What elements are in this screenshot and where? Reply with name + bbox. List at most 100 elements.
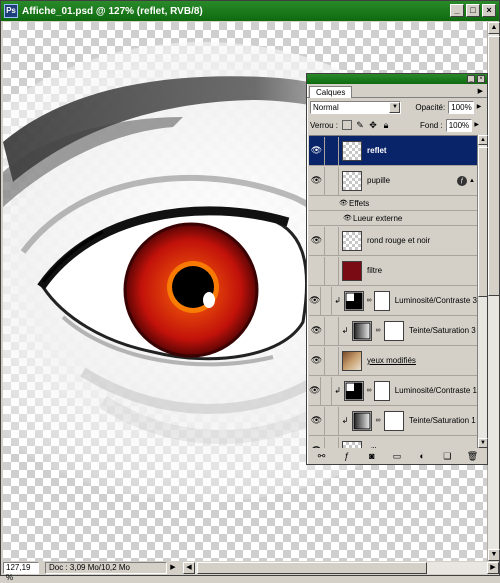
blend-mode-select[interactable]: Normal ▼ xyxy=(310,100,402,114)
vertical-scroll-thumb[interactable] xyxy=(488,36,500,296)
document-titlebar[interactable]: Ps Affiche_01.psd @ 127% (reflet, RVB/8)… xyxy=(1,1,499,21)
lock-transparency-icon[interactable] xyxy=(342,120,353,130)
layer-row-filtre[interactable]: filtre xyxy=(309,256,477,286)
palette-minimize-icon[interactable]: _ xyxy=(467,75,475,83)
hue-saturation-icon xyxy=(352,410,372,431)
eye-icon[interactable]: 👁︎ xyxy=(309,166,325,195)
layer-mask-thumbnail[interactable] xyxy=(384,410,404,431)
eye-icon[interactable]: 👁︎ xyxy=(309,286,322,315)
lock-move-icon[interactable]: ✥ xyxy=(368,120,378,130)
close-button[interactable]: × xyxy=(482,4,496,17)
blend-mode-value: Normal xyxy=(313,102,339,112)
layer-name: rond rouge et noir xyxy=(367,236,431,245)
layers-palette-titlebar[interactable]: _ × xyxy=(307,74,487,84)
layer-name: filtre xyxy=(367,266,383,275)
layer-row-ville[interactable]: 👁︎ ville xyxy=(309,436,477,448)
effects-icon[interactable]: ƒ xyxy=(457,175,467,186)
layer-row-luminosite-contraste-1[interactable]: 👁︎ ↲ ∞ Luminosité/Contraste 1 xyxy=(309,376,477,406)
layers-footer-toolbar: ⚯ ƒ ◙ ▭ ◐ ❏ 🗑︎ xyxy=(309,450,485,462)
fill-arrow-icon[interactable]: ▶ xyxy=(472,119,482,132)
lock-all-icon[interactable]: 🔒︎ xyxy=(381,120,391,130)
horizontal-scrollbar[interactable]: ◀ ▶ xyxy=(183,562,499,574)
horizontal-scroll-thumb[interactable] xyxy=(197,562,427,574)
lock-row: Verrou : ✎ ✥ 🔒︎ Fond : 100% ▶ xyxy=(307,116,487,134)
layer-row-pupille[interactable]: 👁︎ pupille ƒ ▲ xyxy=(309,166,477,196)
tab-calques[interactable]: Calques xyxy=(309,86,353,98)
eye-icon[interactable]: 👁︎ xyxy=(309,436,325,448)
add-layer-style-icon[interactable]: ƒ xyxy=(340,451,354,461)
lock-paint-icon[interactable]: ✎ xyxy=(355,120,365,130)
layer-row-teinte-saturation-3[interactable]: 👁︎ ↲ ∞ Teinte/Saturation 3 xyxy=(309,316,477,346)
link-icon[interactable]: ∞ xyxy=(374,417,382,424)
layer-thumbnail xyxy=(342,440,362,448)
layers-palette: _ × Calques ▶ Normal ▼ Opacité: 100% ▶ V… xyxy=(306,73,488,465)
layer-mask-thumbnail[interactable] xyxy=(384,320,404,341)
layer-row-rond-rouge-et-noir[interactable]: 👁︎ rond rouge et noir xyxy=(309,226,477,256)
fill-input[interactable]: 100% xyxy=(445,118,472,132)
minimize-button[interactable]: _ xyxy=(450,4,464,17)
document-title: Affiche_01.psd @ 127% (reflet, RVB/8) xyxy=(22,5,203,17)
vertical-scrollbar[interactable]: ▲ ▼ xyxy=(487,22,500,561)
link-icon[interactable]: ∞ xyxy=(374,327,382,334)
scroll-up-icon[interactable]: ▲ xyxy=(488,22,500,34)
opacity-arrow-icon[interactable]: ▶ xyxy=(474,101,484,114)
layer-row-luminosite-contraste-3[interactable]: 👁︎ ↲ ∞ Luminosité/Contraste 3 xyxy=(309,286,477,316)
clipping-arrow-icon: ↲ xyxy=(334,296,341,305)
layer-name: Teinte/Saturation 3 xyxy=(409,326,476,335)
eye-hidden-icon[interactable] xyxy=(309,256,325,285)
layer-thumbnail xyxy=(342,350,362,371)
expand-effects-icon[interactable]: ▲ xyxy=(469,178,475,184)
eye-icon[interactable]: 👁︎ xyxy=(309,226,325,255)
link-icon[interactable]: ∞ xyxy=(366,387,372,394)
scroll-down-icon[interactable]: ▼ xyxy=(478,438,488,448)
layer-row-teinte-saturation-1[interactable]: 👁︎ ↲ ∞ Teinte/Saturation 1 xyxy=(309,406,477,436)
layer-name: Luminosité/Contraste 3 xyxy=(394,296,477,305)
layer-mask-thumbnail[interactable] xyxy=(374,380,390,401)
layer-name: Teinte/Saturation 1 xyxy=(409,416,476,425)
layer-list-scrollbar[interactable]: ▲ ▼ xyxy=(477,135,488,448)
document-size-info: Doc : 3,09 Mo/10,2 Mo xyxy=(45,562,167,574)
eye-icon[interactable]: 👁︎ xyxy=(309,406,325,435)
add-mask-icon[interactable]: ◙ xyxy=(365,451,379,461)
palette-tabbar: Calques ▶ xyxy=(307,84,487,98)
layer-mask-thumbnail[interactable] xyxy=(374,290,390,311)
eye-icon[interactable]: 👁︎ xyxy=(309,346,325,375)
layer-scroll-thumb[interactable] xyxy=(478,147,488,297)
layer-name: reflet xyxy=(367,146,387,155)
palette-close-icon[interactable]: × xyxy=(477,75,485,83)
delete-layer-icon[interactable]: 🗑︎ xyxy=(465,451,479,462)
eye-icon[interactable]: 👁︎ xyxy=(343,214,353,222)
maximize-button[interactable]: □ xyxy=(466,4,480,17)
hue-saturation-icon xyxy=(352,320,372,341)
layer-thumbnail xyxy=(342,230,362,251)
scroll-down-icon[interactable]: ▼ xyxy=(488,549,500,561)
fill-label: Fond : xyxy=(420,120,443,130)
eye-icon[interactable]: 👁︎ xyxy=(339,199,349,207)
scroll-right-icon[interactable]: ▶ xyxy=(487,562,499,574)
palette-menu-icon[interactable]: ▶ xyxy=(478,87,483,95)
zoom-field[interactable]: 127,19 % xyxy=(3,562,39,582)
link-layers-icon[interactable]: ⚯ xyxy=(315,451,329,462)
effects-group[interactable]: 👁︎ Effets xyxy=(309,196,477,211)
layer-name: pupille xyxy=(367,176,391,185)
eye-icon[interactable]: 👁︎ xyxy=(309,376,322,405)
new-adjustment-layer-icon[interactable]: ◐ xyxy=(415,451,429,461)
brightness-contrast-icon xyxy=(344,290,364,311)
chevron-down-icon[interactable]: ▼ xyxy=(389,101,401,113)
eye-icon[interactable]: 👁︎ xyxy=(309,316,325,345)
layer-row-yeux-modifies[interactable]: 👁︎ yeux modifiés xyxy=(309,346,477,376)
brush-icon[interactable] xyxy=(325,136,339,165)
link-icon[interactable]: ∞ xyxy=(366,297,372,304)
layer-row-reflet[interactable]: 👁︎ reflet xyxy=(309,136,477,166)
new-layer-icon[interactable]: ❏ xyxy=(440,451,454,462)
status-menu-icon[interactable]: ▶ xyxy=(167,562,179,574)
layer-thumbnail xyxy=(342,140,362,161)
opacity-input[interactable]: 100% xyxy=(448,100,475,114)
status-bar: 127,19 % Doc : 3,09 Mo/10,2 Mo ▶ ◀ ▶ xyxy=(3,561,499,582)
scroll-up-icon[interactable]: ▲ xyxy=(478,135,488,145)
layer-list: 👁︎ reflet 👁︎ pupille ƒ ▲ 👁︎ Effets 👁︎ Lu… xyxy=(309,135,477,448)
eye-icon[interactable]: 👁︎ xyxy=(309,136,325,165)
new-group-icon[interactable]: ▭ xyxy=(390,451,404,462)
effect-item[interactable]: 👁︎ Lueur externe xyxy=(309,211,477,226)
scroll-left-icon[interactable]: ◀ xyxy=(183,562,195,574)
